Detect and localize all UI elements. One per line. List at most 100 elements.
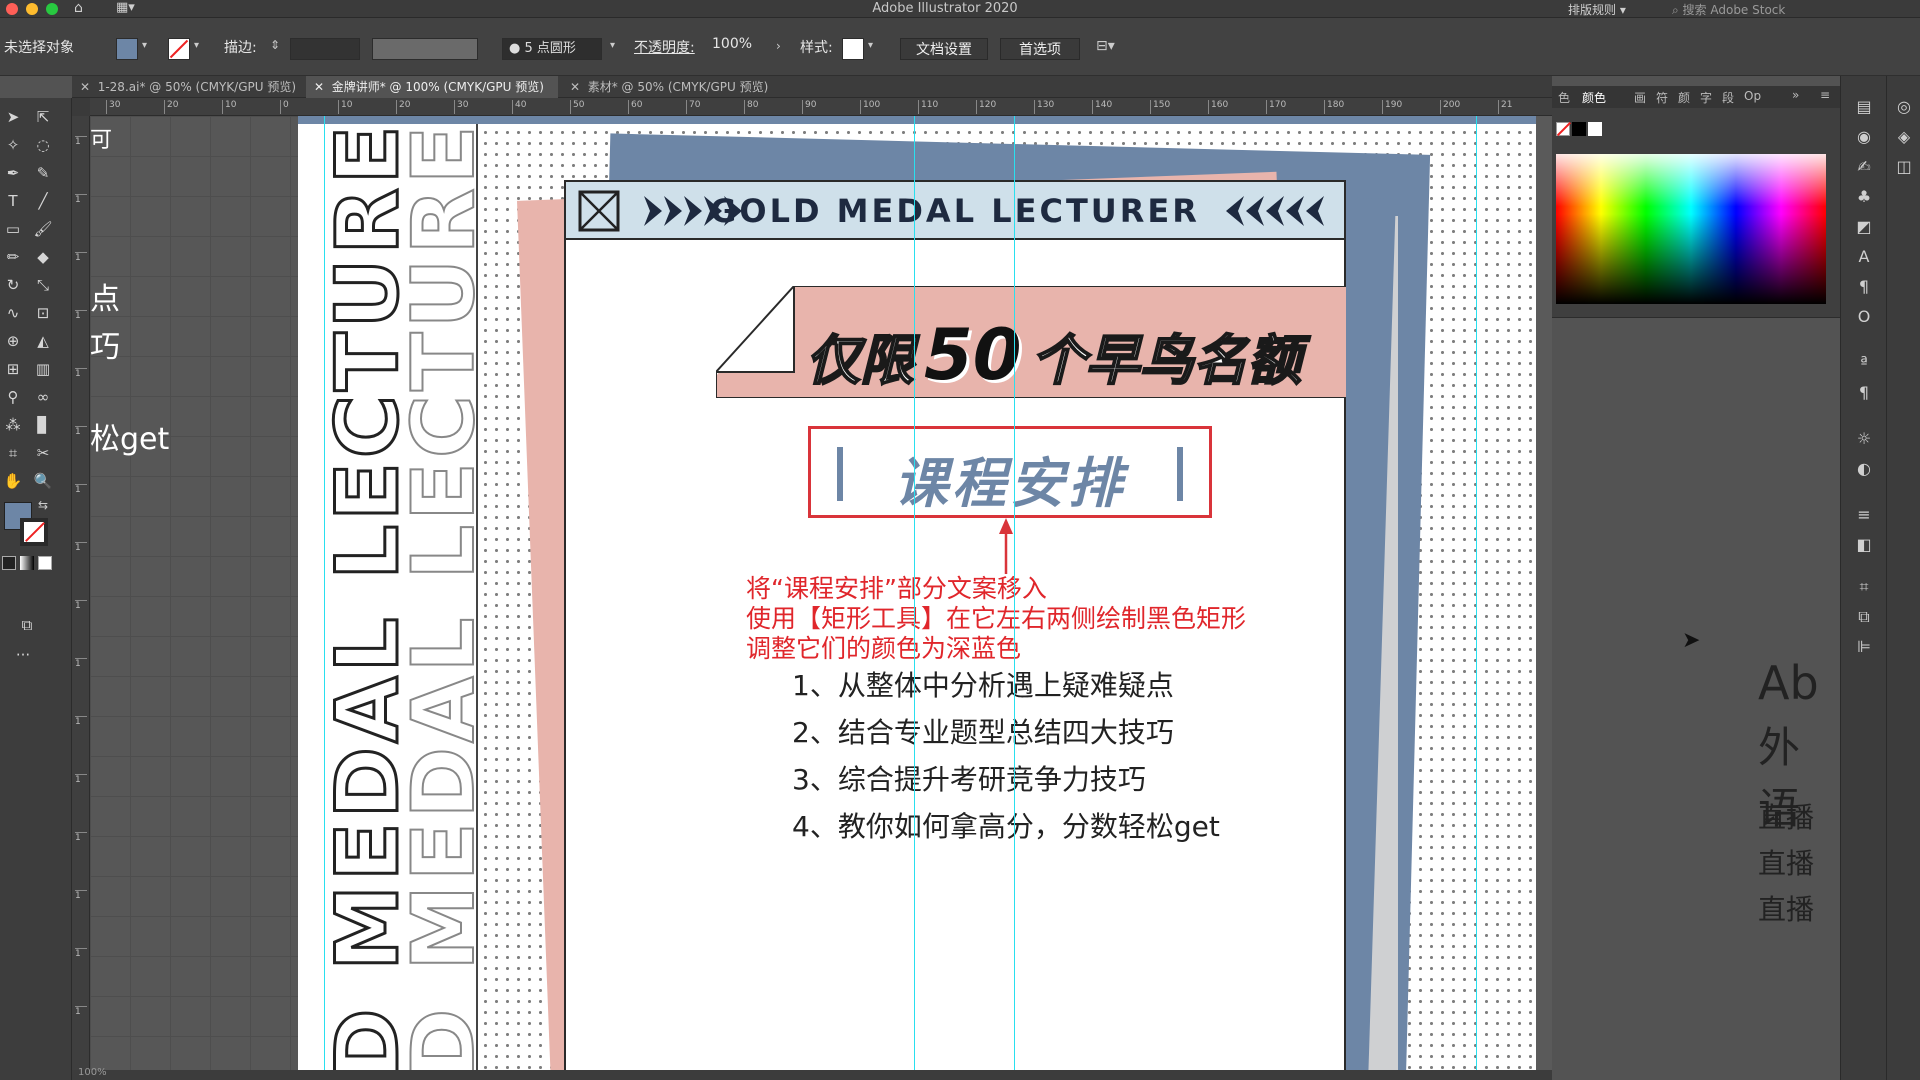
list-item[interactable]: 4、教你如何拿高分，分数轻松get (792, 803, 1220, 850)
document-setup-button[interactable]: 文档设置 (900, 38, 988, 60)
type-tool-icon[interactable]: T (2, 190, 24, 212)
eraser-icon[interactable]: ◆ (32, 246, 54, 268)
main-card[interactable]: GOLD MEDAL LECTURER 仅限 50 个早鸟名额 课程安排 将“课… (564, 180, 1346, 1080)
list-item[interactable]: 1、从整体中分析遇上疑难疑点 (792, 662, 1220, 709)
color-mode-icon[interactable] (2, 556, 16, 570)
brush-definition-dropdown[interactable]: ● 5 点圆形 (502, 38, 602, 60)
opacity-arrow-icon[interactable]: › (776, 39, 781, 53)
align-icon[interactable]: ⊫ (1851, 636, 1877, 658)
symbol-sprayer-icon[interactable]: ⁂ (2, 414, 24, 436)
properties-icon[interactable]: ▤ (1851, 96, 1877, 118)
tab-brushes[interactable]: 画 (1634, 89, 1646, 106)
artboard-tool-icon[interactable]: ⌗ (2, 442, 24, 464)
guide-line[interactable] (1476, 116, 1477, 1080)
tab-1-28[interactable]: ✕ 1-28.ai* @ 50% (CMYK/GPU 预览) (72, 76, 304, 98)
magic-wand-icon[interactable]: ✧ (2, 134, 24, 156)
stroke-weight-stepper[interactable]: ⇕ (270, 38, 280, 52)
line-tool-icon[interactable]: ╱ (32, 190, 54, 212)
stroke-weight-field[interactable] (290, 38, 360, 60)
swap-colors-icon[interactable]: ⇆ (38, 498, 48, 512)
layers-icon[interactable]: ◈ (1891, 126, 1917, 148)
graph-tool-icon[interactable]: ▊ (32, 414, 54, 436)
stroke-icon[interactable]: ≡ (1851, 504, 1877, 526)
fill-swatch[interactable] (116, 38, 138, 60)
tab-swatches[interactable]: 颜 (1678, 89, 1690, 106)
artboards-icon[interactable]: ◫ (1891, 156, 1917, 178)
rotate-icon[interactable]: ↻ (2, 274, 24, 296)
color-spectrum[interactable] (1556, 154, 1826, 304)
section-title-box[interactable]: 课程安排 (808, 426, 1212, 518)
artboard[interactable]: D MEDAL LECTURER D MEDAL LECTURER (298, 116, 1536, 1080)
blend-icon[interactable]: ∞ (32, 386, 54, 408)
preferences-button[interactable]: 首选项 (1000, 38, 1080, 60)
paragraph-styles-icon[interactable]: ¶ (1851, 382, 1877, 404)
gradient-icon[interactable]: ◧ (1851, 534, 1877, 556)
hand-tool-icon[interactable]: ✋ (2, 470, 24, 492)
arrange-icon[interactable]: ⊟▾ (1096, 38, 1115, 54)
graphic-style-swatch[interactable] (842, 38, 864, 60)
expand-panel-icon[interactable]: » (1792, 88, 1799, 102)
canvas[interactable]: 可 点 巧 松get D MEDAL LECTURER D MEDAL LECT… (90, 116, 1552, 1080)
pen-tool-icon[interactable]: ✒ (2, 162, 24, 184)
eyedropper-icon[interactable]: ⚲ (2, 386, 24, 408)
slice-icon[interactable]: ✂ (32, 442, 54, 464)
list-item[interactable]: 2、结合专业题型总结四大技巧 (792, 709, 1220, 756)
stroke-dropdown-icon[interactable]: ▾ (194, 40, 199, 51)
tab-color[interactable]: 颜色 (1582, 89, 1606, 106)
appearance-icon[interactable]: ☼ (1851, 428, 1877, 450)
stroke-color-box[interactable] (20, 518, 48, 546)
curvature-icon[interactable]: ✎ (32, 162, 54, 184)
color-icon[interactable]: ◉ (1851, 126, 1877, 148)
fill-dropdown-icon[interactable]: ▾ (142, 40, 147, 51)
brush-dropdown-icon[interactable]: ▾ (610, 40, 615, 51)
stroke-swatch[interactable] (168, 38, 190, 60)
graphic-styles-icon[interactable]: ◐ (1851, 458, 1877, 480)
opacity-label[interactable]: 不透明度: (634, 37, 695, 57)
guide-line[interactable] (1014, 116, 1015, 1080)
free-transform-icon[interactable]: ⊡ (32, 302, 54, 324)
guide-line[interactable] (914, 116, 915, 1080)
tab-paragraph[interactable]: 段 (1722, 89, 1734, 106)
tab-symbols[interactable]: 符 (1656, 89, 1668, 106)
close-tab-icon[interactable]: ✕ (314, 80, 324, 94)
vertical-text-outline[interactable]: D MEDAL LECTURER (393, 116, 478, 1080)
list-item[interactable]: 3、综合提升考研竞争力技巧 (792, 756, 1220, 803)
scale-icon[interactable]: ⤡ (32, 274, 54, 296)
tab-gold-medal[interactable]: ✕ 金牌讲师* @ 100% (CMYK/GPU 预览) (306, 76, 558, 98)
opentype-icon[interactable]: O (1851, 306, 1877, 328)
shape-builder-icon[interactable]: ⊕ (2, 330, 24, 352)
paragraph-icon[interactable]: ¶ (1851, 276, 1877, 298)
white-swatch[interactable] (1588, 122, 1602, 136)
lasso-icon[interactable]: ◌ (32, 134, 54, 156)
black-swatch[interactable] (1572, 122, 1586, 136)
transform-icon[interactable]: ⌗ (1851, 576, 1877, 598)
close-tab-icon[interactable]: ✕ (80, 80, 90, 94)
mesh-icon[interactable]: ⊞ (2, 358, 24, 380)
brushes-icon[interactable]: ✍ (1851, 156, 1877, 178)
variable-width-profile[interactable] (372, 38, 478, 60)
none-swatch[interactable] (1556, 121, 1572, 137)
paintbrush-icon[interactable]: 🖌 (32, 218, 54, 240)
rectangle-tool-icon[interactable]: ▭ (2, 218, 24, 240)
zoom-level[interactable]: 100% (78, 1067, 107, 1078)
horizontal-ruler[interactable]: 30 20 10 0 10 20 30 40 50 60 70 80 90 100 110 120 130 140… (90, 98, 1552, 116)
panel-menu-icon[interactable]: ≡ (1820, 88, 1830, 102)
none-mode-icon[interactable] (38, 556, 52, 570)
tab-color-guide[interactable]: 色 (1558, 89, 1570, 106)
zoom-tool-icon[interactable]: 🔍 (32, 470, 54, 492)
ruler-origin[interactable] (72, 98, 90, 116)
swatches-icon[interactable]: ◩ (1851, 216, 1877, 238)
direct-selection-icon[interactable]: ⇱ (32, 106, 54, 128)
selection-tool-icon[interactable]: ➤ (2, 106, 24, 128)
more-tools-icon[interactable]: ··· (12, 644, 34, 666)
gradient-mode-icon[interactable] (20, 556, 34, 570)
opacity-value[interactable]: 100% (712, 36, 752, 52)
style-dropdown-icon[interactable]: ▾ (868, 40, 873, 51)
pathfinder-icon[interactable]: ⧉ (1851, 606, 1877, 628)
libraries-icon[interactable]: ◎ (1891, 96, 1917, 118)
tab-character[interactable]: 字 (1700, 89, 1712, 106)
close-tab-icon[interactable]: ✕ (570, 80, 580, 94)
shaper-icon[interactable]: ✏ (2, 246, 24, 268)
tab-opentype[interactable]: Op (1744, 89, 1761, 103)
warp-icon[interactable]: ∿ (2, 302, 24, 324)
